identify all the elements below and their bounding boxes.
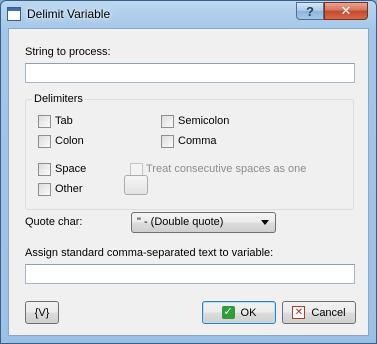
window-title: Delimit Variable (27, 7, 111, 21)
title-bar[interactable]: Delimit Variable ? ✕ (1, 1, 376, 27)
semicolon-label: Semicolon (178, 115, 230, 127)
assign-variable-input[interactable] (25, 264, 355, 284)
close-button[interactable]: ✕ (324, 2, 368, 20)
cancel-x-icon: ✕ (292, 306, 306, 319)
other-checkbox[interactable] (38, 183, 51, 196)
dialog-body: String to process: Delimiters Tab Semico… (8, 28, 369, 336)
app-window-icon (7, 7, 21, 21)
colon-label: Colon (55, 135, 84, 147)
delimiters-group-title: Delimiters (32, 93, 85, 105)
cancel-button[interactable]: ✕ Cancel (282, 301, 356, 324)
colon-checkbox[interactable] (38, 135, 51, 148)
comma-checkbox[interactable] (161, 135, 174, 148)
delimiters-group: Delimiters Tab Semicolon Colon Comma Spa… (25, 93, 354, 210)
string-to-process-input[interactable] (25, 63, 355, 83)
tab-checkbox[interactable] (38, 115, 51, 128)
ok-button[interactable]: ✓ OK (202, 301, 276, 324)
comma-label: Comma (178, 135, 217, 147)
quote-char-value: " - (Double quote) (137, 216, 224, 228)
help-button[interactable]: ? (296, 2, 324, 20)
chevron-down-icon (261, 220, 269, 225)
assign-variable-label: Assign standard comma-separated text to … (25, 247, 274, 259)
quote-char-select[interactable]: " - (Double quote) (131, 212, 276, 233)
string-to-process-label: String to process: (25, 46, 111, 58)
check-icon: ✓ (221, 306, 235, 319)
cancel-button-label: Cancel (311, 306, 346, 319)
space-checkbox[interactable] (38, 163, 51, 176)
treat-consecutive-label: Treat consecutive spaces as one (146, 163, 307, 175)
space-label: Space (55, 163, 87, 175)
other-label: Other (55, 183, 83, 195)
quote-char-label: Quote char: (25, 216, 83, 228)
other-delimiter-input[interactable] (124, 175, 148, 195)
tab-label: Tab (55, 115, 73, 127)
ok-button-label: OK (240, 306, 257, 319)
semicolon-checkbox[interactable] (161, 115, 174, 128)
variable-button[interactable]: {V} (25, 301, 59, 324)
dialog-window: Delimit Variable ? ✕ String to process: … (0, 0, 377, 344)
